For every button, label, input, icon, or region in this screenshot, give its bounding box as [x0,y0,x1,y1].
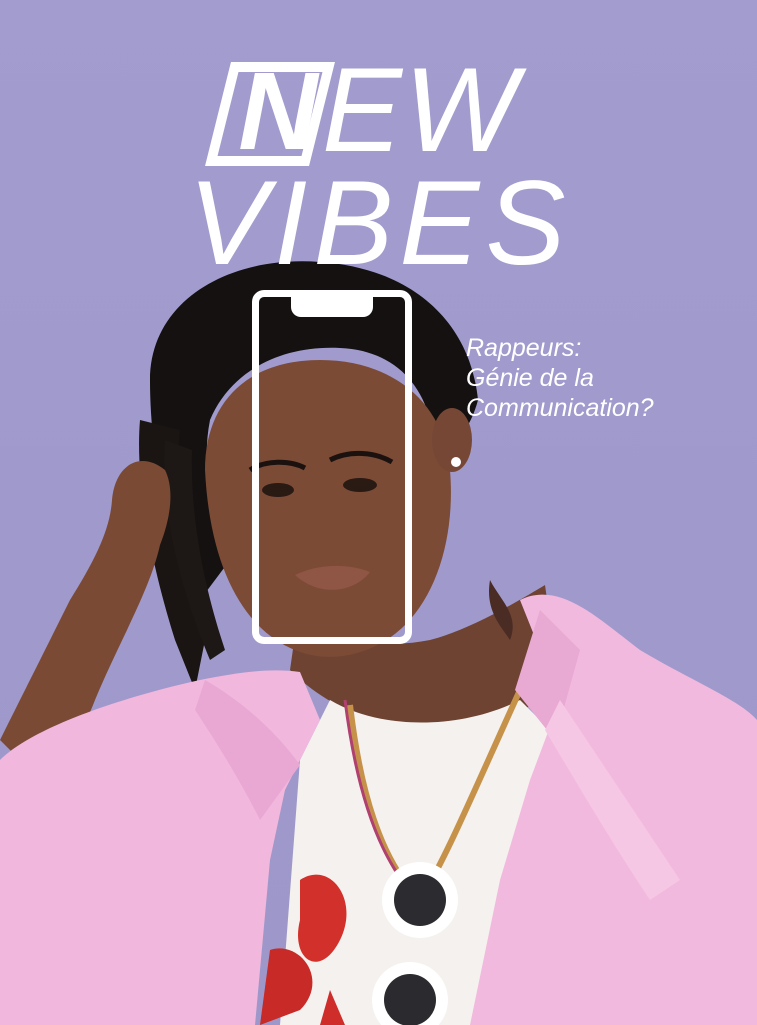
phone-frame-graphic [252,290,412,644]
headline-line-3: Communication? [466,394,654,422]
headline-line-2: Génie de la [466,364,594,392]
cover-headline: Rappeurs: Génie de la Communication? [466,333,746,423]
logo-letter: N [238,50,318,173]
magazine-cover: N EW VIBES Rappeurs: Génie de la Communi… [0,0,757,1025]
headline-line-1: Rappeurs: [466,334,582,362]
title-line2: VIBES [188,156,572,290]
title-line1-rest: EW [322,43,520,177]
phone-notch [291,295,373,317]
